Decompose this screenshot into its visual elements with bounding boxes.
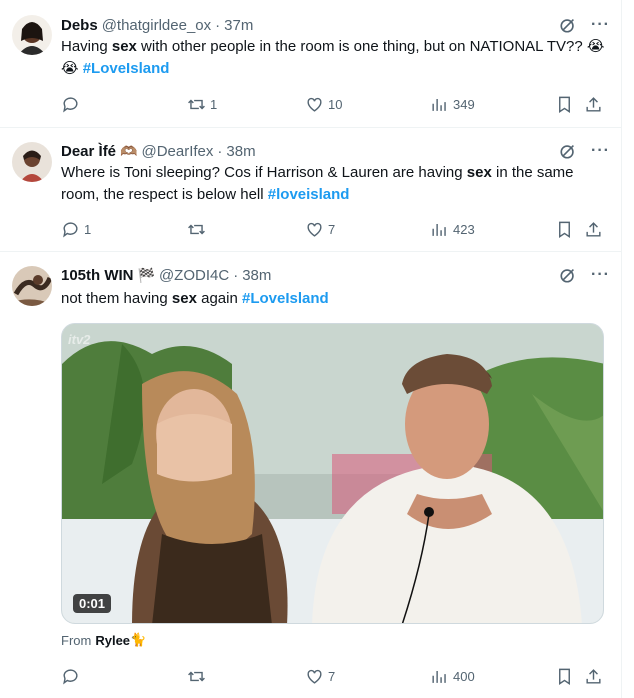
share-icon	[586, 668, 601, 684]
separator-dot: ·	[215, 16, 221, 34]
like-button[interactable]: 7	[305, 220, 335, 239]
views-button[interactable]: 400	[430, 667, 475, 686]
tweet-text: Where is Toni sleeping? Cos if Harrison …	[61, 164, 574, 203]
avatar[interactable]	[12, 266, 52, 306]
timeline: Debs @thatgirldee_ox · 37m ··· Having se…	[0, 0, 622, 698]
more-icon[interactable]: ···	[591, 16, 610, 34]
separator-dot: ·	[217, 142, 223, 160]
timestamp[interactable]: 37m	[224, 17, 253, 34]
reply-icon	[63, 96, 78, 113]
share-icon	[586, 221, 601, 237]
reply-button[interactable]	[61, 95, 84, 114]
views-button[interactable]: 349	[430, 95, 475, 114]
bookmark-button[interactable]	[555, 667, 574, 686]
timestamp[interactable]: 38m	[226, 143, 255, 160]
retweet-icon	[188, 224, 205, 234]
bookmark-icon	[559, 221, 570, 238]
like-button[interactable]: 7	[305, 667, 335, 686]
grok-icon[interactable]	[559, 142, 577, 160]
tweet-text: not them having sex again #LoveIsland	[61, 290, 329, 307]
share-button[interactable]	[584, 220, 603, 239]
display-name[interactable]: 105th WIN	[61, 267, 134, 284]
timestamp[interactable]: 38m	[242, 267, 271, 284]
reply-button[interactable]	[61, 667, 84, 686]
reply-button[interactable]: 1	[61, 220, 91, 239]
views-icon	[432, 98, 446, 111]
avatar[interactable]	[12, 142, 52, 182]
video-duration-badge: 0:01	[73, 594, 112, 613]
display-name[interactable]: Debs	[61, 17, 98, 34]
hashtag-link[interactable]: #LoveIsland	[242, 290, 329, 307]
retweet-button[interactable]	[187, 667, 210, 686]
tweet-actions: 1 7 423	[61, 219, 607, 239]
tweet-actions: 7 400	[61, 666, 607, 686]
bookmark-button[interactable]	[555, 95, 574, 114]
grok-icon[interactable]	[559, 266, 577, 284]
views-icon	[432, 670, 446, 683]
reply-icon	[63, 221, 78, 238]
video-player[interactable]: itv2 0:01	[61, 323, 604, 624]
share-button[interactable]	[584, 667, 603, 686]
like-icon	[307, 669, 322, 684]
user-handle[interactable]: @ZODI4C	[159, 267, 229, 284]
like-button[interactable]: 10	[305, 95, 342, 114]
user-handle[interactable]: @thatgirldee_ox	[102, 17, 211, 34]
retweet-icon	[188, 671, 205, 681]
channel-watermark: itv2	[68, 332, 91, 347]
cat-emoji: 🐈	[130, 632, 147, 647]
hashtag-link[interactable]: #loveisland	[268, 186, 350, 203]
video-source-attribution: From Rylee 🐈	[61, 632, 147, 648]
retweet-button[interactable]: 1	[187, 95, 217, 114]
user-handle[interactable]: @DearIfex	[141, 143, 213, 160]
tweet-header: Dear Ìfé 🫶🏽 @DearIfex · 38m ···	[61, 141, 610, 161]
heart-hands-emoji: 🫶🏽	[120, 142, 138, 159]
bookmark-icon	[559, 668, 570, 685]
bookmark-button[interactable]	[555, 220, 574, 239]
video-frame	[62, 324, 603, 623]
tweet-header: 105th WIN 🏁 @ZODI4C · 38m ···	[61, 265, 610, 285]
tweet-actions: 1 10 349	[61, 94, 607, 114]
reply-icon	[63, 668, 78, 685]
grok-icon[interactable]	[559, 16, 577, 34]
tweet[interactable]: Debs @thatgirldee_ox · 37m ··· Having se…	[0, 0, 622, 128]
more-icon[interactable]: ···	[591, 266, 610, 284]
share-icon	[586, 96, 601, 112]
like-icon	[307, 222, 322, 237]
more-icon[interactable]: ···	[591, 142, 610, 160]
tweet[interactable]: 105th WIN 🏁 @ZODI4C · 38m ··· not them h…	[0, 252, 622, 698]
source-user-link[interactable]: Rylee	[95, 633, 130, 648]
share-button[interactable]	[584, 95, 603, 114]
like-icon	[307, 97, 322, 112]
views-icon	[432, 223, 446, 236]
tweet-header: Debs @thatgirldee_ox · 37m ···	[61, 15, 610, 35]
separator-dot: ·	[233, 266, 239, 284]
bookmark-icon	[559, 96, 570, 113]
display-name[interactable]: Dear Ìfé	[61, 143, 116, 160]
tweet-text: Having sex with other people in the room…	[61, 38, 605, 77]
avatar[interactable]	[12, 15, 52, 55]
retweet-button[interactable]	[187, 220, 210, 239]
hashtag-link[interactable]: #LoveIsland	[83, 60, 170, 77]
views-button[interactable]: 423	[430, 220, 475, 239]
retweet-icon	[188, 99, 205, 109]
checkered-flag-emoji: 🏁	[137, 266, 155, 283]
